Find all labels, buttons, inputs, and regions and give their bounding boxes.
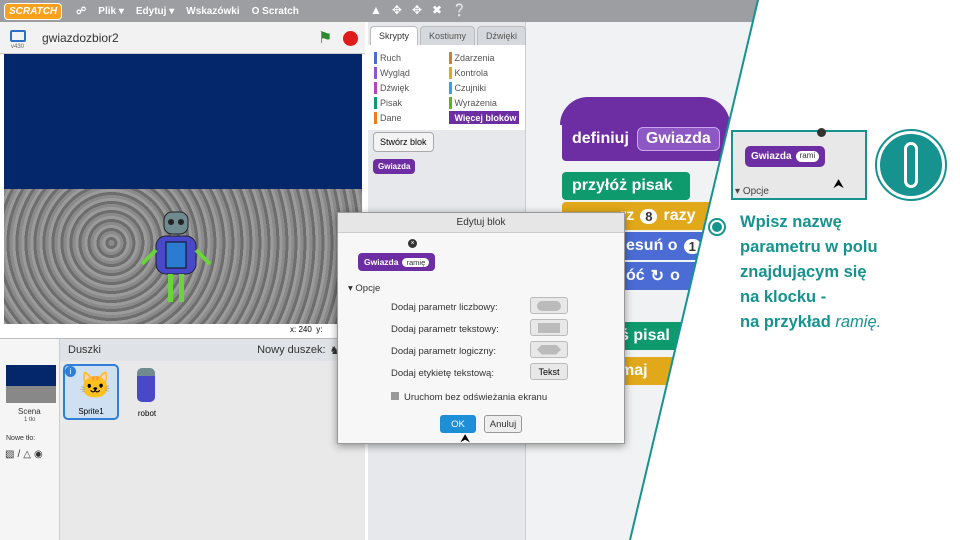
inset-options: ▾ Opcje: [735, 186, 769, 197]
green-flag-icon[interactable]: ⚑: [318, 28, 332, 48]
robot-sprite[interactable]: [136, 202, 216, 312]
grow-icon[interactable]: ✥: [412, 3, 422, 17]
make-block-button[interactable]: Stwórz blok: [373, 132, 434, 152]
sprites-panel: Scena 1 tło Nowe tło: ▧ / △ ◉ Duszki Nowy d…: [0, 338, 365, 540]
category-sound[interactable]: Dźwięk: [374, 81, 445, 94]
sprites-title: Duszki: [68, 344, 102, 356]
category-pen[interactable]: Pisak: [374, 96, 445, 109]
inset-close-icon: [817, 128, 826, 137]
sprite-tile-sprite1[interactable]: i 🐱 Sprite1: [63, 364, 119, 420]
stage-sky: [4, 54, 362, 189]
category-sensing[interactable]: Czujniki: [448, 81, 520, 94]
add-label-button[interactable]: Tekst: [530, 363, 568, 380]
scene-thumbnail[interactable]: [6, 365, 56, 403]
inset-screenshot: Gwiazda rami ▾ Opcje ⮝: [731, 128, 867, 200]
inset-block: Gwiazda rami: [745, 146, 826, 167]
project-title[interactable]: gwiazdozbior2: [42, 31, 119, 45]
duplicate-icon[interactable]: ▲: [370, 3, 382, 17]
new-backdrop-label: Nowe tło:: [6, 435, 36, 442]
mouse-coordinates: x: 240 y:: [290, 325, 323, 334]
ok-button[interactable]: OK: [440, 415, 476, 433]
sprite-tile-robot[interactable]: robot: [123, 364, 171, 420]
sprite-label: Sprite1: [78, 407, 104, 416]
stage[interactable]: [4, 54, 362, 324]
category-operators[interactable]: Wyrażenia: [448, 96, 520, 109]
shrink-icon[interactable]: ✖: [432, 3, 442, 17]
scene-panel: Scena 1 tło Nowe tło: ▧ / △ ◉: [0, 339, 60, 540]
info-icon[interactable]: i: [65, 366, 76, 377]
tab-costumes[interactable]: Kostiumy: [420, 26, 476, 45]
scene-backdrops: 1 tło: [24, 417, 36, 423]
menu-edit[interactable]: Edytuj ▾: [136, 6, 174, 17]
instruction-text: Wpisz nazwę parametru w polu znajdującym…: [740, 213, 882, 331]
cursor-icon: ⮝: [460, 431, 471, 445]
tab-sounds[interactable]: Dźwięki: [477, 26, 527, 45]
scene-label: Scena: [18, 407, 41, 416]
block-preview[interactable]: Gwiazda ramię: [358, 253, 436, 271]
cancel-button[interactable]: Anuluj: [484, 415, 522, 433]
version-label: v430: [11, 44, 25, 50]
options-toggle[interactable]: ▾ Opcje: [348, 283, 380, 294]
menu-file[interactable]: Plik ▾: [98, 6, 124, 17]
add-number-label: Dodaj parametr liczbowy:: [391, 302, 498, 313]
add-bool-button[interactable]: [530, 341, 568, 358]
dialog-title: Edytuj blok: [338, 213, 624, 233]
new-sprite-label: Nowy duszek:: [257, 344, 326, 356]
help-icon[interactable]: ❔: [452, 3, 467, 17]
backdrop-tools: ▧ / △ ◉: [5, 449, 43, 460]
add-text-button[interactable]: [530, 319, 568, 336]
upload-icon[interactable]: △: [23, 449, 31, 460]
presentation-mode-icon[interactable]: [10, 30, 26, 42]
brush-icon[interactable]: /: [17, 449, 20, 460]
category-control[interactable]: Kontrola: [448, 66, 520, 79]
sprite-label: robot: [137, 409, 157, 418]
sprites-header: Duszki Nowy duszek: ♞ / △: [60, 339, 365, 361]
edit-block-dialog: Edytuj blok × Gwiazda ramię ▾ Opcje Doda…: [337, 212, 625, 445]
add-label-label: Dodaj etykietę tekstową:: [391, 368, 494, 379]
add-text-label: Dodaj parametr tekstowy:: [391, 324, 499, 335]
cat-sprite-icon: 🐱: [79, 370, 112, 400]
no-refresh-option[interactable]: Uruchom bez odświeżania ekranu: [391, 392, 547, 403]
inset-cursor-icon: ⮝: [833, 176, 845, 191]
cut-icon[interactable]: ✥: [392, 3, 402, 17]
add-number-button[interactable]: [530, 297, 568, 314]
menu-about[interactable]: O Scratch: [252, 6, 299, 17]
robot-sprite-icon: [137, 368, 155, 402]
close-icon[interactable]: ×: [408, 239, 417, 248]
stop-icon[interactable]: [343, 31, 358, 46]
category-more-blocks[interactable]: Więcej bloków: [448, 111, 519, 124]
category-looks[interactable]: Wygląd: [374, 66, 445, 79]
toolbar-icons: ▲ ✥ ✥ ✖ ❔: [370, 3, 467, 17]
paint-icon[interactable]: ▧: [5, 449, 14, 460]
category-list: Ruch Zdarzenia Wygląd Kontrola Dźwięk Cz…: [368, 45, 525, 130]
stage-header: v430 gwiazdozbior2 ⚑: [0, 22, 365, 54]
checkbox[interactable]: [391, 392, 399, 400]
category-events[interactable]: Zdarzenia: [448, 51, 520, 64]
add-bool-label: Dodaj parametr logiczny:: [391, 346, 497, 357]
param-input[interactable]: ramię: [402, 257, 430, 267]
globe-icon[interactable]: ☍: [76, 6, 86, 17]
custom-block-gwiazda[interactable]: Gwiazda: [373, 159, 416, 174]
tabs: Skrypty Kostiumy Dźwięki: [368, 22, 527, 45]
menu-tips[interactable]: Wskazówki: [186, 6, 239, 17]
category-data[interactable]: Dane: [374, 111, 445, 124]
category-motion[interactable]: Ruch: [374, 51, 445, 64]
scratch-logo[interactable]: SCRATCH: [4, 2, 63, 20]
bullet-icon: [708, 218, 726, 236]
exclamation-icon: [875, 129, 947, 201]
tab-scripts[interactable]: Skrypty: [370, 26, 419, 45]
camera-icon[interactable]: ◉: [34, 449, 43, 460]
